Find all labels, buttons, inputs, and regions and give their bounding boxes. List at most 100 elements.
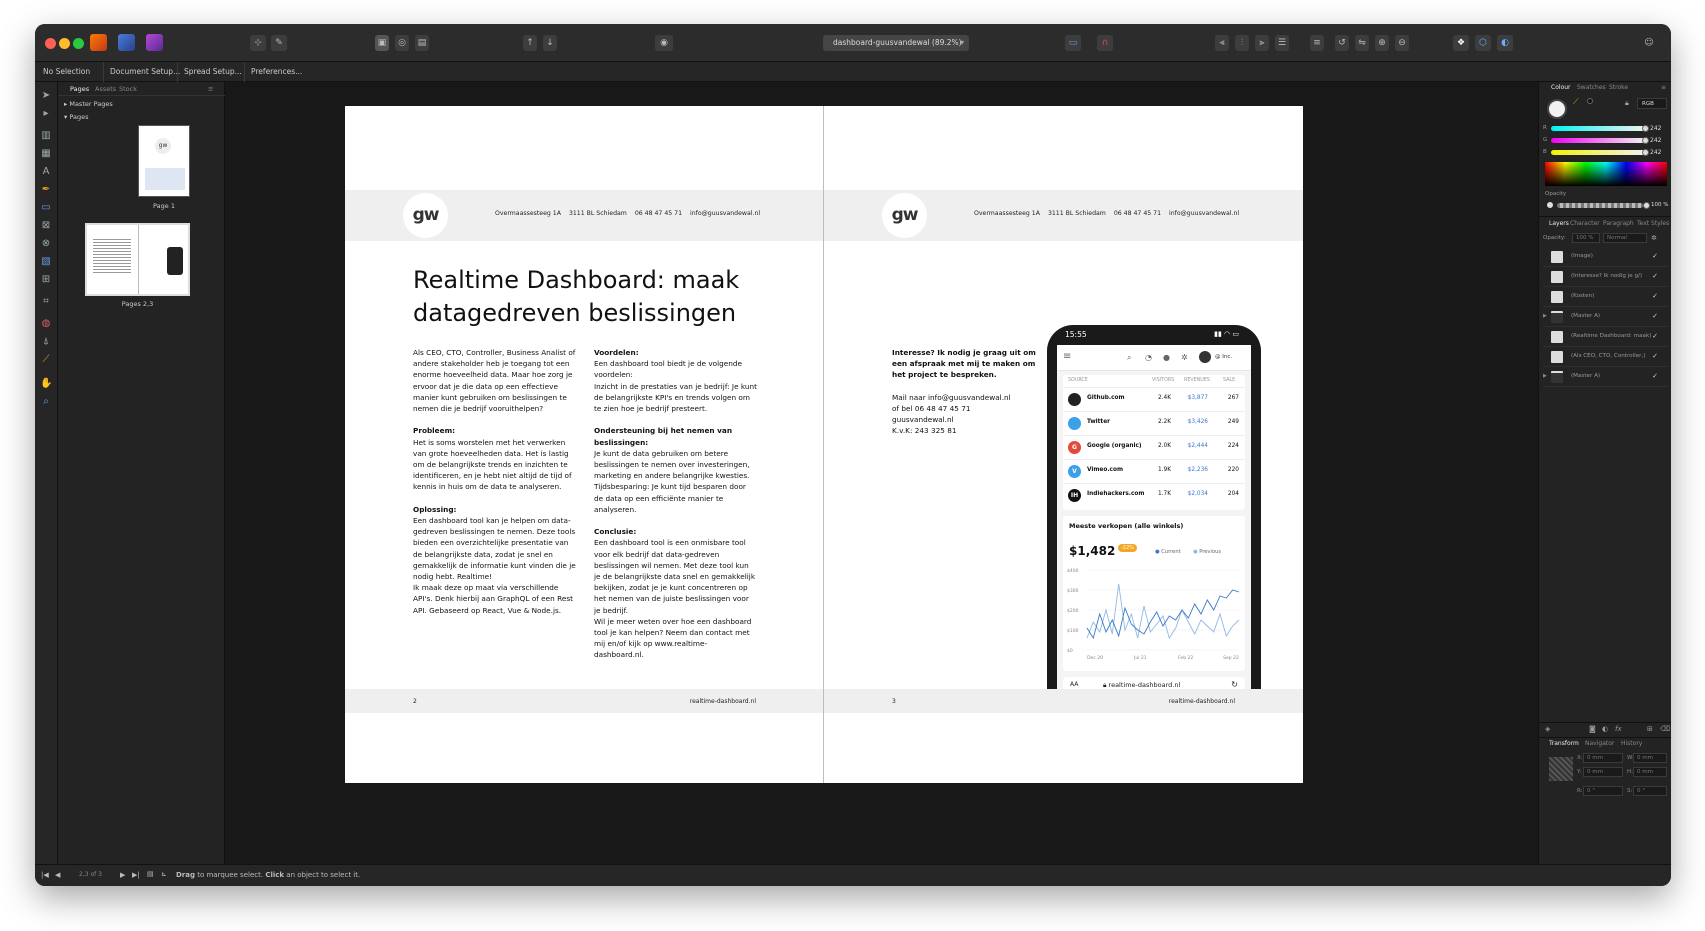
flip-icon[interactable]: ⇋: [1355, 35, 1369, 51]
layer-visibility-checkmark-icon[interactable]: ✓: [1652, 372, 1658, 380]
tab-transform[interactable]: Transform: [1549, 738, 1579, 750]
panel-menu-icon[interactable]: ≡: [1661, 82, 1666, 94]
h-field[interactable]: 0 mm: [1633, 767, 1667, 777]
boolean-subtract-icon[interactable]: ⊖: [1395, 35, 1409, 51]
tab-navigator[interactable]: Navigator: [1585, 738, 1614, 750]
colour-spectrum[interactable]: [1545, 162, 1667, 186]
page-list-icon[interactable]: ▤: [147, 870, 154, 878]
tab-text-styles[interactable]: Text Styles: [1637, 218, 1669, 230]
text-frame-tool-icon[interactable]: ▥: [40, 130, 52, 142]
layer-visibility-checkmark-icon[interactable]: ✓: [1652, 252, 1658, 260]
export-icon[interactable]: ◐: [1497, 35, 1513, 51]
blue-slider[interactable]: [1551, 150, 1645, 155]
page-1-thumbnail[interactable]: gw: [138, 125, 190, 197]
align-right-icon[interactable]: ⫸: [1255, 35, 1269, 51]
text-frame-icon[interactable]: ▣: [375, 35, 389, 51]
snapping-icon[interactable]: ⊹: [250, 35, 266, 51]
align-left-icon[interactable]: ⫷: [1215, 35, 1229, 51]
preferences-button[interactable]: Preferences...: [244, 62, 308, 82]
preview-mode-icon[interactable]: ◉: [655, 35, 673, 51]
layer-visibility-checkmark-icon[interactable]: ✓: [1652, 332, 1658, 340]
fill-tool-icon[interactable]: ◍: [40, 318, 52, 330]
layer-row[interactable]: (Realtime Dashboard: maak) ✓: [1543, 328, 1668, 347]
close-window-button[interactable]: [45, 38, 56, 49]
distribute-icon[interactable]: ☰: [1275, 35, 1289, 51]
layer-expand-icon[interactable]: ▶: [1543, 313, 1547, 319]
pages-2-3-thumbnail[interactable]: [85, 223, 190, 296]
layer-row[interactable]: ▶ (Master A) ✓: [1543, 368, 1668, 387]
tab-character[interactable]: Character: [1570, 218, 1600, 230]
colour-model-select[interactable]: RGB: [1637, 98, 1667, 109]
panel-menu-icon[interactable]: ≡: [208, 82, 213, 96]
fx-icon[interactable]: fx: [1615, 725, 1622, 733]
link-icon[interactable]: ❖: [1453, 35, 1469, 51]
boolean-add-icon[interactable]: ⊕: [1375, 35, 1389, 51]
blue-value[interactable]: 242: [1650, 149, 1661, 156]
prev-page-icon[interactable]: ◀: [55, 871, 60, 879]
tab-stroke[interactable]: Stroke: [1609, 82, 1628, 94]
move-forward-icon[interactable]: ↑: [523, 35, 537, 51]
tab-assets[interactable]: Assets: [95, 82, 116, 96]
snap-icon[interactable]: ⊾: [161, 870, 167, 878]
add-layer-icon[interactable]: ⊞: [1647, 725, 1653, 733]
adjustment-icon[interactable]: ◐: [1602, 725, 1608, 733]
tab-stock[interactable]: Stock: [119, 82, 137, 96]
fill-colour-well[interactable]: [1547, 99, 1567, 119]
opacity-knob[interactable]: [1643, 202, 1650, 209]
layer-row[interactable]: ▶ (Master A) ✓: [1543, 308, 1668, 327]
next-page-icon[interactable]: ▶: [120, 871, 125, 879]
move-tool-icon[interactable]: ➤: [40, 90, 52, 102]
pen-tool-icon[interactable]: ✒: [40, 184, 52, 196]
table-tool-icon[interactable]: ▦: [40, 148, 52, 160]
blend-mode-select[interactable]: Normal: [1603, 233, 1647, 243]
artistic-text-tool-icon[interactable]: A: [40, 166, 52, 178]
page-indicator[interactable]: 2,3 of 3: [79, 871, 102, 878]
rectangle-tool-icon[interactable]: ▭: [40, 202, 52, 214]
zoom-window-button[interactable]: [73, 38, 84, 49]
layer-visibility-checkmark-icon[interactable]: ✓: [1652, 292, 1658, 300]
share-icon[interactable]: ⬡: [1475, 35, 1491, 51]
designer-persona-icon[interactable]: [90, 34, 107, 51]
tab-colour[interactable]: Colour: [1551, 82, 1570, 94]
layer-expand-icon[interactable]: ▶: [1543, 373, 1547, 379]
red-value[interactable]: 242: [1650, 125, 1661, 132]
spread-setup-button[interactable]: Spread Setup...: [177, 62, 248, 82]
eyedropper-icon[interactable]: ⟋: [1573, 97, 1579, 107]
transparency-tool-icon[interactable]: ⍋: [40, 336, 52, 348]
frame-tool-icon[interactable]: ⊠: [40, 220, 52, 232]
photo-persona-icon[interactable]: [118, 34, 135, 51]
first-page-icon[interactable]: |◀: [41, 871, 49, 879]
ellipse-tool-icon[interactable]: ⊗: [40, 238, 52, 250]
tab-pages[interactable]: Pages: [70, 82, 89, 96]
layer-visibility-checkmark-icon[interactable]: ✓: [1652, 312, 1658, 320]
tab-paragraph[interactable]: Paragraph: [1603, 218, 1634, 230]
master-pages-row[interactable]: ▸ Master Pages: [64, 98, 219, 111]
anchor-selector[interactable]: [1549, 757, 1573, 781]
tab-layers[interactable]: Layers: [1549, 218, 1569, 230]
red-slider[interactable]: [1551, 126, 1645, 131]
rotation-field[interactable]: 0 °: [1583, 786, 1623, 796]
snapping-magnet-icon[interactable]: ∩: [1097, 35, 1113, 51]
page-spread[interactable]: gw Overmaassesteeg 1A 3111 BL Schiedam 0…: [345, 106, 1303, 783]
layer-settings-icon[interactable]: ✲: [1651, 234, 1657, 242]
w-field[interactable]: 0 mm: [1633, 753, 1667, 763]
document-canvas[interactable]: gw Overmaassesteeg 1A 3111 BL Schiedam 0…: [225, 82, 1538, 864]
minimize-window-button[interactable]: [59, 38, 70, 49]
color-picker-tool-icon[interactable]: ⟋: [40, 354, 52, 366]
account-icon[interactable]: ☺: [1641, 35, 1657, 51]
picture-frame-icon[interactable]: ◎: [395, 35, 409, 51]
document-setup-button[interactable]: Document Setup...: [103, 62, 186, 82]
tab-swatches[interactable]: Swatches: [1577, 82, 1606, 94]
document-selector[interactable]: dashboard-guusvandewal (89.2%): [823, 35, 969, 51]
opacity-slider[interactable]: [1557, 203, 1643, 208]
hand-tool-icon[interactable]: ✋: [40, 378, 52, 390]
crop-tool-icon[interactable]: ⌗: [40, 296, 52, 308]
layer-visibility-checkmark-icon[interactable]: ✓: [1652, 272, 1658, 280]
place-image-tool-icon[interactable]: ⊞: [40, 274, 52, 286]
green-slider-knob[interactable]: [1642, 137, 1649, 144]
last-page-icon[interactable]: ▶|: [132, 871, 140, 879]
lock-icon[interactable]: 🔒︎: [1625, 99, 1629, 108]
publisher-persona-icon[interactable]: [146, 34, 163, 51]
red-slider-knob[interactable]: [1642, 125, 1649, 132]
layer-visibility-checkmark-icon[interactable]: ✓: [1652, 352, 1658, 360]
